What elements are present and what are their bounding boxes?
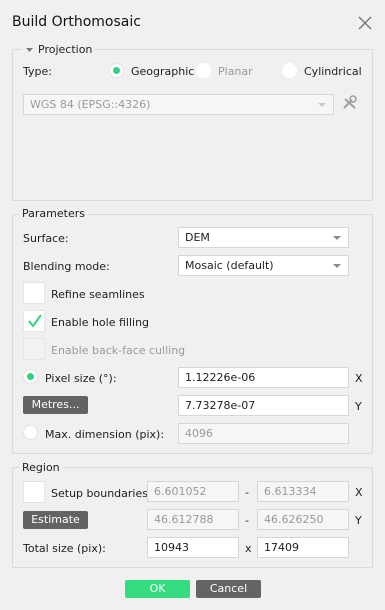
- radio-planar[interactable]: [196, 63, 211, 78]
- max-dimension-input[interactable]: 4096: [178, 423, 349, 444]
- chevron-down-icon: [318, 103, 326, 107]
- radio-pixel-size[interactable]: [23, 369, 38, 384]
- boundary-y-min-input[interactable]: 46.612788: [147, 509, 239, 530]
- refine-seamlines-label[interactable]: Refine seamlines: [51, 288, 145, 301]
- metres-button[interactable]: Metres...: [23, 396, 88, 414]
- collapse-arrow-icon[interactable]: [25, 46, 34, 54]
- estimate-button[interactable]: Estimate: [23, 511, 88, 529]
- parameters-group: [12, 214, 373, 454]
- axis-y-label: Y: [355, 514, 362, 527]
- boundary-x-max-input[interactable]: 6.613334: [257, 481, 349, 502]
- radio-planar-label[interactable]: Planar: [218, 65, 253, 78]
- projection-group-header[interactable]: Projection: [22, 43, 96, 56]
- surface-select[interactable]: DEM: [178, 227, 349, 248]
- checkmark-icon: [28, 314, 42, 328]
- back-face-culling-checkbox[interactable]: [23, 338, 45, 360]
- range-dash: -: [245, 486, 249, 499]
- setup-boundaries-label[interactable]: Setup boundaries:: [51, 487, 152, 500]
- radio-max-dimension[interactable]: [23, 425, 38, 440]
- axis-x-label: X: [355, 372, 363, 385]
- boundary-y-max-input[interactable]: 46.626250: [257, 509, 349, 530]
- back-face-culling-label[interactable]: Enable back-face culling: [51, 344, 185, 357]
- pixel-size-x-input[interactable]: 1.12226e-06: [178, 367, 349, 388]
- projection-group-title: Projection: [38, 43, 93, 56]
- projection-type-label: Type:: [23, 65, 52, 78]
- blending-mode-select[interactable]: Mosaic (default): [178, 255, 349, 276]
- refine-seamlines-checkbox[interactable]: [23, 282, 45, 304]
- axis-y-label: Y: [355, 400, 362, 413]
- total-size-x-input[interactable]: 10943: [147, 537, 239, 558]
- surface-label: Surface:: [23, 232, 69, 245]
- region-group-title: Region: [19, 461, 63, 474]
- total-size-y-input[interactable]: 17409: [257, 537, 349, 558]
- setup-boundaries-checkbox[interactable]: [23, 481, 45, 503]
- blending-mode-label: Blending mode:: [23, 260, 110, 273]
- cancel-button[interactable]: Cancel: [196, 580, 261, 598]
- ok-button[interactable]: OK: [125, 580, 190, 598]
- radio-cylindrical-label[interactable]: Cylindrical: [304, 65, 362, 78]
- chevron-down-icon: [333, 264, 341, 268]
- crs-select[interactable]: WGS 84 (EPSG::4326): [23, 94, 334, 115]
- parameters-group-title: Parameters: [19, 207, 88, 220]
- window-title: Build Orthomosaic: [12, 14, 141, 30]
- max-dimension-label[interactable]: Max. dimension (pix):: [45, 428, 164, 441]
- tools-icon[interactable]: [341, 95, 359, 111]
- blending-mode-value: Mosaic (default): [185, 259, 274, 272]
- pixel-size-y-input[interactable]: 7.73278e-07: [178, 395, 349, 416]
- enable-hole-filling-checkbox[interactable]: [23, 310, 45, 332]
- axis-x-label: X: [355, 486, 363, 499]
- range-dash: -: [245, 514, 249, 527]
- enable-hole-filling-label[interactable]: Enable hole filling: [51, 316, 149, 329]
- radio-geographic[interactable]: [109, 63, 124, 78]
- surface-select-value: DEM: [185, 231, 210, 244]
- times-sign: x: [245, 542, 252, 555]
- radio-cylindrical[interactable]: [282, 63, 297, 78]
- radio-geographic-label[interactable]: Geographic: [131, 65, 194, 78]
- boundary-x-min-input[interactable]: 6.601052: [147, 481, 239, 502]
- total-size-label: Total size (pix):: [23, 542, 106, 555]
- crs-select-value: WGS 84 (EPSG::4326): [30, 98, 151, 111]
- pixel-size-label[interactable]: Pixel size (°):: [45, 372, 117, 385]
- close-icon[interactable]: [355, 13, 375, 33]
- chevron-down-icon: [333, 236, 341, 240]
